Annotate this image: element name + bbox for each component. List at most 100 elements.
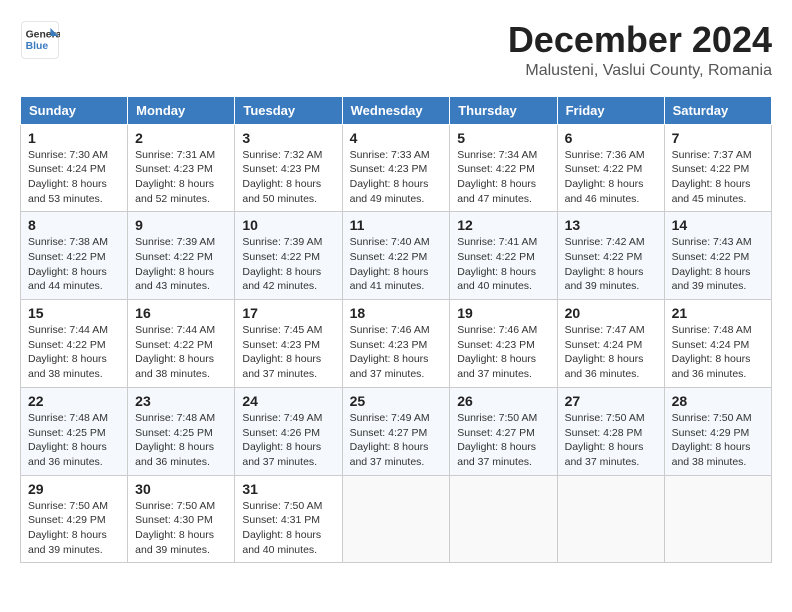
- day-info: Sunrise: 7:36 AMSunset: 4:22 PMDaylight:…: [565, 148, 657, 207]
- day-info: Sunrise: 7:48 AMSunset: 4:25 PMDaylight:…: [135, 411, 227, 470]
- table-row: 6 Sunrise: 7:36 AMSunset: 4:22 PMDaylight…: [557, 124, 664, 212]
- title-block: December 2024 Malusteni, Vaslui County, …: [508, 20, 772, 80]
- header-monday: Monday: [128, 96, 235, 124]
- table-row: 26Sunrise: 7:50 AMSunset: 4:27 PMDayligh…: [450, 387, 557, 475]
- calendar-week-row: 8 Sunrise: 7:38 AMSunset: 4:22 PMDaylight…: [21, 212, 772, 300]
- table-row: 14 Sunrise: 7:43 AMSunset: 4:22 PMDayligh…: [664, 212, 771, 300]
- day-number: 27: [565, 393, 657, 409]
- header-thursday: Thursday: [450, 96, 557, 124]
- weekday-header-row: Sunday Monday Tuesday Wednesday Thursday…: [21, 96, 772, 124]
- day-number: 23: [135, 393, 227, 409]
- table-row: 21 Sunrise: 7:48 AMSunset: 4:24 PMDayligh…: [664, 300, 771, 388]
- day-info: Sunrise: 7:50 AMSunset: 4:29 PMDaylight:…: [28, 499, 120, 558]
- day-info: Sunrise: 7:38 AMSunset: 4:22 PMDaylight:…: [28, 235, 120, 294]
- day-number: 16: [135, 305, 227, 321]
- table-row: 19Sunrise: 7:46 AMSunset: 4:23 PMDayligh…: [450, 300, 557, 388]
- table-row: 16 Sunrise: 7:44 AMSunset: 4:22 PMDayligh…: [128, 300, 235, 388]
- day-info: Sunrise: 7:46 AMSunset: 4:23 PMDaylight:…: [457, 323, 549, 382]
- day-number: 22: [28, 393, 120, 409]
- calendar-week-row: 1Sunrise: 7:30 AMSunset: 4:24 PMDaylight…: [21, 124, 772, 212]
- header-wednesday: Wednesday: [342, 96, 450, 124]
- table-row: 25Sunrise: 7:49 AMSunset: 4:27 PMDayligh…: [342, 387, 450, 475]
- table-row: 24 Sunrise: 7:49 AMSunset: 4:26 PMDayligh…: [235, 387, 342, 475]
- day-number: 14: [672, 217, 764, 233]
- calendar-table: Sunday Monday Tuesday Wednesday Thursday…: [20, 96, 772, 564]
- table-row: 8 Sunrise: 7:38 AMSunset: 4:22 PMDaylight…: [21, 212, 128, 300]
- table-row: 17 Sunrise: 7:45 AMSunset: 4:23 PMDayligh…: [235, 300, 342, 388]
- table-row: 11Sunrise: 7:40 AMSunset: 4:22 PMDayligh…: [342, 212, 450, 300]
- day-number: 3: [242, 130, 334, 146]
- day-number: 21: [672, 305, 764, 321]
- day-info: Sunrise: 7:39 AMSunset: 4:22 PMDaylight:…: [135, 235, 227, 294]
- day-number: 10: [242, 217, 334, 233]
- day-info: Sunrise: 7:48 AMSunset: 4:24 PMDaylight:…: [672, 323, 764, 382]
- day-info: Sunrise: 7:44 AMSunset: 4:22 PMDaylight:…: [135, 323, 227, 382]
- day-number: 5: [457, 130, 549, 146]
- month-title: December 2024: [508, 20, 772, 60]
- calendar-week-row: 22 Sunrise: 7:48 AMSunset: 4:25 PMDayligh…: [21, 387, 772, 475]
- calendar-week-row: 15 Sunrise: 7:44 AMSunset: 4:22 PMDayligh…: [21, 300, 772, 388]
- day-number: 8: [28, 217, 120, 233]
- table-row: 28Sunrise: 7:50 AMSunset: 4:29 PMDayligh…: [664, 387, 771, 475]
- table-row: 23 Sunrise: 7:48 AMSunset: 4:25 PMDayligh…: [128, 387, 235, 475]
- day-number: 29: [28, 481, 120, 497]
- calendar-week-row: 29 Sunrise: 7:50 AMSunset: 4:29 PMDayligh…: [21, 475, 772, 563]
- day-info: Sunrise: 7:39 AMSunset: 4:22 PMDaylight:…: [242, 235, 334, 294]
- table-row: 3 Sunrise: 7:32 AMSunset: 4:23 PMDaylight…: [235, 124, 342, 212]
- day-number: 6: [565, 130, 657, 146]
- header-sunday: Sunday: [21, 96, 128, 124]
- day-info: Sunrise: 7:46 AMSunset: 4:23 PMDaylight:…: [350, 323, 443, 382]
- day-info: Sunrise: 7:43 AMSunset: 4:22 PMDaylight:…: [672, 235, 764, 294]
- day-number: 7: [672, 130, 764, 146]
- day-number: 31: [242, 481, 334, 497]
- table-row: 7 Sunrise: 7:37 AMSunset: 4:22 PMDaylight…: [664, 124, 771, 212]
- day-info: Sunrise: 7:42 AMSunset: 4:22 PMDaylight:…: [565, 235, 657, 294]
- header-tuesday: Tuesday: [235, 96, 342, 124]
- day-info: Sunrise: 7:47 AMSunset: 4:24 PMDaylight:…: [565, 323, 657, 382]
- table-row: 18 Sunrise: 7:46 AMSunset: 4:23 PMDayligh…: [342, 300, 450, 388]
- day-info: Sunrise: 7:45 AMSunset: 4:23 PMDaylight:…: [242, 323, 334, 382]
- page-header: General Blue General Blue December 2024 …: [20, 20, 772, 80]
- logo-icon: General Blue: [20, 20, 60, 60]
- table-row: 30 Sunrise: 7:50 AMSunset: 4:30 PMDayligh…: [128, 475, 235, 563]
- table-row: 20Sunrise: 7:47 AMSunset: 4:24 PMDayligh…: [557, 300, 664, 388]
- day-number: 26: [457, 393, 549, 409]
- day-number: 2: [135, 130, 227, 146]
- day-info: Sunrise: 7:33 AMSunset: 4:23 PMDaylight:…: [350, 148, 443, 207]
- day-number: 28: [672, 393, 764, 409]
- day-info: Sunrise: 7:41 AMSunset: 4:22 PMDaylight:…: [457, 235, 549, 294]
- header-friday: Friday: [557, 96, 664, 124]
- table-row: 15 Sunrise: 7:44 AMSunset: 4:22 PMDayligh…: [21, 300, 128, 388]
- table-row: [450, 475, 557, 563]
- day-number: 12: [457, 217, 549, 233]
- day-info: Sunrise: 7:49 AMSunset: 4:26 PMDaylight:…: [242, 411, 334, 470]
- day-info: Sunrise: 7:49 AMSunset: 4:27 PMDaylight:…: [350, 411, 443, 470]
- logo: General Blue General Blue: [20, 20, 60, 60]
- table-row: 29 Sunrise: 7:50 AMSunset: 4:29 PMDayligh…: [21, 475, 128, 563]
- table-row: [664, 475, 771, 563]
- table-row: 22Sunrise: 7:48 AMSunset: 4:25 PMDayligh…: [21, 387, 128, 475]
- table-row: 12 Sunrise: 7:41 AMSunset: 4:22 PMDayligh…: [450, 212, 557, 300]
- day-info: Sunrise: 7:40 AMSunset: 4:22 PMDaylight:…: [350, 235, 443, 294]
- day-number: 24: [242, 393, 334, 409]
- table-row: 2 Sunrise: 7:31 AMSunset: 4:23 PMDaylight…: [128, 124, 235, 212]
- day-info: Sunrise: 7:31 AMSunset: 4:23 PMDaylight:…: [135, 148, 227, 207]
- day-number: 17: [242, 305, 334, 321]
- day-info: Sunrise: 7:37 AMSunset: 4:22 PMDaylight:…: [672, 148, 764, 207]
- day-info: Sunrise: 7:44 AMSunset: 4:22 PMDaylight:…: [28, 323, 120, 382]
- table-row: 4 Sunrise: 7:33 AMSunset: 4:23 PMDaylight…: [342, 124, 450, 212]
- table-row: 1Sunrise: 7:30 AMSunset: 4:24 PMDaylight…: [21, 124, 128, 212]
- table-row: [342, 475, 450, 563]
- table-row: 27Sunrise: 7:50 AMSunset: 4:28 PMDayligh…: [557, 387, 664, 475]
- table-row: 31Sunrise: 7:50 AMSunset: 4:31 PMDayligh…: [235, 475, 342, 563]
- day-number: 15: [28, 305, 120, 321]
- day-info: Sunrise: 7:32 AMSunset: 4:23 PMDaylight:…: [242, 148, 334, 207]
- table-row: [557, 475, 664, 563]
- header-saturday: Saturday: [664, 96, 771, 124]
- day-number: 4: [350, 130, 443, 146]
- day-info: Sunrise: 7:50 AMSunset: 4:30 PMDaylight:…: [135, 499, 227, 558]
- table-row: 13Sunrise: 7:42 AMSunset: 4:22 PMDayligh…: [557, 212, 664, 300]
- day-number: 30: [135, 481, 227, 497]
- table-row: 10 Sunrise: 7:39 AMSunset: 4:22 PMDayligh…: [235, 212, 342, 300]
- day-number: 18: [350, 305, 443, 321]
